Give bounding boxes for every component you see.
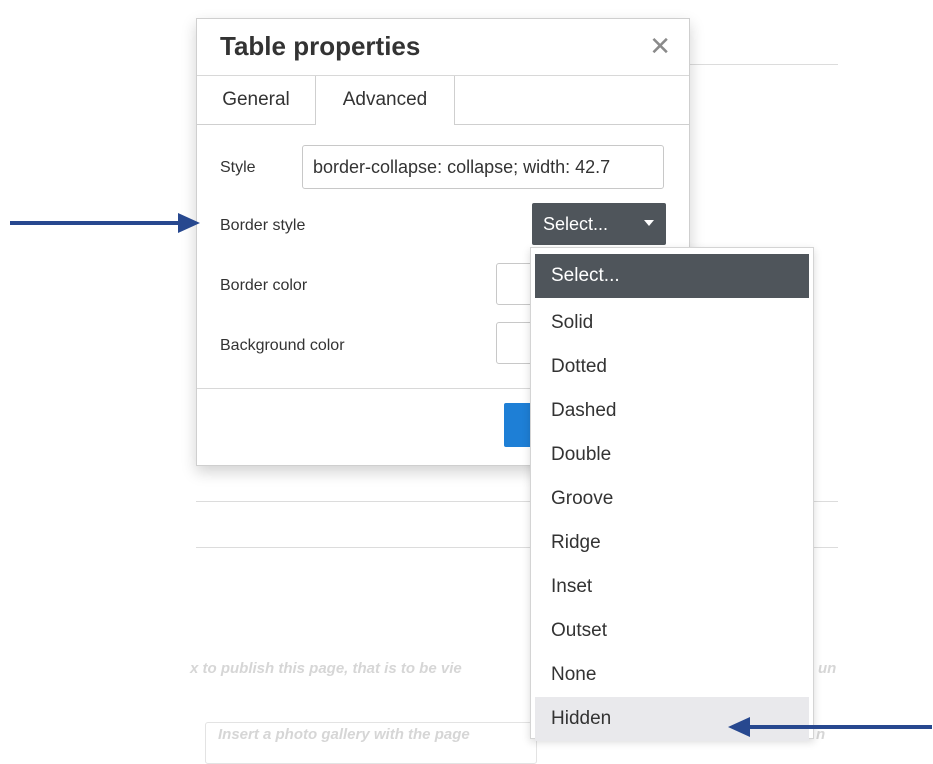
option-hidden[interactable]: Hidden <box>535 697 809 741</box>
gallery-hint-text: Insert a photo gallery with the page <box>218 726 470 743</box>
option-select[interactable]: Select... <box>535 254 809 298</box>
page-divider-top <box>688 64 838 65</box>
option-solid[interactable]: Solid <box>535 301 809 345</box>
border-color-label: Border color <box>220 277 308 294</box>
chevron-down-icon <box>644 220 654 226</box>
dialog-title: Table properties <box>220 31 421 61</box>
option-none[interactable]: None <box>535 653 809 697</box>
tab-advanced[interactable]: Advanced <box>316 76 455 125</box>
style-input[interactable]: border-collapse: collapse; width: 42.7 <box>302 145 664 189</box>
option-groove[interactable]: Groove <box>535 477 809 521</box>
option-double[interactable]: Double <box>535 433 809 477</box>
option-dotted[interactable]: Dotted <box>535 345 809 389</box>
border-style-dropdown: Select... Solid Dotted Dashed Double Gro… <box>530 247 814 741</box>
border-style-select-value: Select... <box>543 214 609 234</box>
publish-hint-text: x to publish this page, that is to be vi… <box>190 660 462 677</box>
option-ridge[interactable]: Ridge <box>535 521 809 565</box>
arrow-left-icon <box>728 717 750 737</box>
publish-hint-text-tail: un <box>818 660 837 677</box>
dialog-tabs: General Advanced <box>197 76 689 125</box>
border-style-label: Border style <box>220 217 306 234</box>
option-outset[interactable]: Outset <box>535 609 809 653</box>
annotation-arrow-right <box>10 221 182 225</box>
tab-general[interactable]: General <box>197 76 316 124</box>
dialog-header: Table properties ✕ <box>197 19 689 76</box>
annotation-arrow-left <box>750 725 932 729</box>
border-style-select[interactable]: Select... <box>532 203 666 245</box>
option-inset[interactable]: Inset <box>535 565 809 609</box>
arrow-right-icon <box>178 213 200 233</box>
option-dashed[interactable]: Dashed <box>535 389 809 433</box>
close-icon[interactable]: ✕ <box>649 33 671 59</box>
background-color-label: Background color <box>220 337 345 354</box>
style-label: Style <box>220 159 256 176</box>
